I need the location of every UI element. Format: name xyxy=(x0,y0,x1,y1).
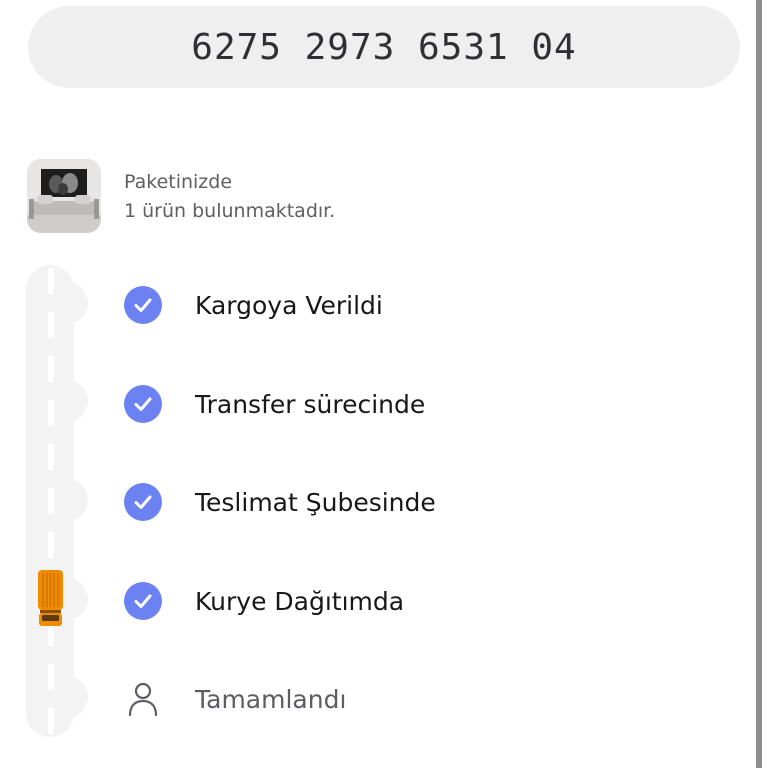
check-circle-icon xyxy=(124,385,162,423)
step-label: Kurye Dağıtımda xyxy=(195,586,405,616)
step-transfer-surecinde: Transfer sürecinde xyxy=(124,384,425,424)
package-info-line2: 1 ürün bulunmaktadır. xyxy=(124,200,336,222)
road-notch xyxy=(64,380,88,422)
tracking-number-text: 6275 2973 6531 04 xyxy=(191,26,577,68)
truck-icon xyxy=(38,570,63,626)
product-image-icon xyxy=(27,159,101,233)
person-icon xyxy=(124,680,162,718)
step-teslimat-subesinde: Teslimat Şubesinde xyxy=(124,482,436,522)
step-label: Tamamlandı xyxy=(195,684,347,714)
road-notch xyxy=(64,578,88,620)
road-notch xyxy=(64,282,88,324)
package-info-line1: Paketinizde xyxy=(124,171,233,193)
package-info: Paketinizde 1 ürün bulunmaktadır. xyxy=(124,168,335,226)
road-notch xyxy=(64,479,88,521)
step-kargoya-verildi: Kargoya Verildi xyxy=(124,285,383,325)
step-label: Transfer sürecinde xyxy=(195,389,426,419)
step-tamamlandi: Tamamlandı xyxy=(124,679,346,719)
check-circle-icon xyxy=(124,582,162,620)
scrollbar[interactable] xyxy=(756,0,762,768)
product-thumbnail[interactable] xyxy=(27,159,101,233)
step-label: Teslimat Şubesinde xyxy=(195,487,436,517)
road-lane-markings xyxy=(48,268,54,738)
check-circle-icon xyxy=(124,286,162,324)
road-notch xyxy=(64,676,88,718)
step-label: Kargoya Verildi xyxy=(195,290,383,320)
check-circle-icon xyxy=(124,483,162,521)
step-kurye-dagitimda: Kurye Dağıtımda xyxy=(124,581,404,621)
tracking-number[interactable]: 6275 2973 6531 04 xyxy=(28,6,740,88)
